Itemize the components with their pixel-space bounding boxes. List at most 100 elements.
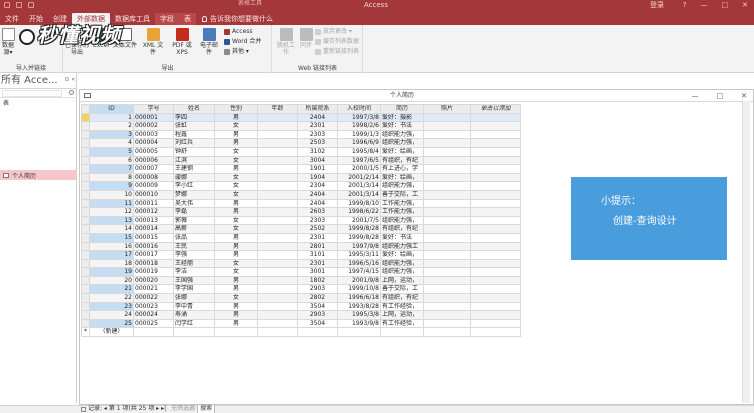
table-cell[interactable]: 组织能力强工	[380, 241, 424, 252]
row-selector[interactable]	[81, 258, 90, 269]
table-cell[interactable]: 21	[89, 284, 134, 295]
table-cell[interactable]: 9	[89, 181, 134, 191]
table-cell[interactable]	[423, 327, 471, 338]
table-cell[interactable]: 2	[89, 121, 134, 131]
select-all-corner[interactable]	[81, 104, 90, 114]
table-cell[interactable]: 1995/8/4	[337, 146, 381, 157]
table-cell[interactable]: 男	[214, 318, 258, 329]
table-cell[interactable]: 2001/3/14	[337, 189, 381, 200]
table-cell[interactable]: 女	[214, 146, 258, 157]
table-cell[interactable]: 李小红	[173, 181, 215, 191]
table-cell[interactable]	[423, 146, 471, 157]
table-cell[interactable]: 000023	[133, 301, 174, 312]
table-cell[interactable]: 1997/4/15	[337, 267, 381, 277]
table-row[interactable]: 7 000007 王建钢男 1901 2000/1/5 有上进心，学	[81, 164, 521, 174]
table-cell[interactable]: 女	[214, 189, 258, 200]
table-cell[interactable]: 王建钢	[173, 164, 215, 174]
table-cell[interactable]	[470, 258, 521, 269]
table-cell[interactable]	[423, 112, 471, 123]
table-cell[interactable]: 2303	[297, 215, 338, 226]
table-cell[interactable]: 17	[89, 250, 134, 260]
table-cell[interactable]: 000017	[133, 250, 174, 260]
table-cell[interactable]: 000012	[133, 207, 174, 217]
table-cell[interactable]: 000024	[133, 310, 174, 320]
table-cell[interactable]: 1997/9/8	[337, 241, 381, 252]
table-cell[interactable]: 1997/3/8	[337, 112, 381, 123]
table-cell[interactable]: 2001/2/14	[337, 172, 381, 183]
table-cell[interactable]: 组织能力强，	[380, 258, 424, 269]
table-cell[interactable]: 2001/3/14	[337, 181, 381, 191]
table-cell[interactable]: 3101	[297, 250, 338, 260]
table-cell[interactable]	[470, 129, 521, 140]
table-row[interactable]: 8 000008 璇娜女 1904 2001/2/14 爱好：绘画，	[81, 172, 521, 183]
table-cell[interactable]: 王经丽	[173, 258, 215, 269]
table-row[interactable]: 5 000005 钟舒女 3102 1995/8/4 爱好：绘画，	[81, 146, 521, 157]
relink-lists-button[interactable]: 重新链接列表	[315, 48, 359, 56]
row-selector[interactable]	[81, 164, 90, 174]
table-cell[interactable]: 14	[89, 224, 134, 234]
table-cell[interactable]: 000005	[133, 146, 174, 157]
table-cell[interactable]: 男	[214, 232, 258, 243]
table-cell[interactable]	[470, 207, 521, 217]
table-cell[interactable]: 男	[214, 275, 258, 286]
table-cell[interactable]	[297, 327, 338, 338]
table-cell[interactable]	[257, 198, 298, 209]
table-cell[interactable]: 000014	[133, 224, 174, 234]
table-cell[interactable]: 张品	[173, 232, 215, 243]
table-cell[interactable]: 000006	[133, 155, 174, 166]
table-cell[interactable]: 1995/3/11	[337, 250, 381, 260]
table-cell[interactable]: 女	[214, 121, 258, 131]
maximize-button[interactable]: □	[722, 1, 729, 9]
table-cell[interactable]	[423, 172, 471, 183]
row-selector[interactable]	[81, 129, 90, 140]
table-cell[interactable]: 8	[89, 172, 134, 183]
table-cell[interactable]: 1996/6/18	[337, 293, 381, 303]
table-cell[interactable]: 工作能力强，	[380, 198, 424, 209]
table-cell[interactable]: 爱好：绘画，	[380, 146, 424, 157]
table-row[interactable]: 1 000001 李四男 2404 1997/3/8 爱好：摄影	[81, 112, 521, 123]
table-row[interactable]: 4 000004 刘红兵男 2503 1996/6/9 组织能力强，	[81, 138, 521, 148]
table-cell[interactable]: 组织能力强，	[380, 129, 424, 140]
minimize-button[interactable]: —	[701, 1, 708, 9]
table-cell[interactable]: 000010	[133, 189, 174, 200]
table-cell[interactable]: 有上进心，学	[380, 164, 424, 174]
record-search-input[interactable]: 搜索	[197, 404, 216, 413]
table-cell[interactable]: 3004	[297, 155, 338, 166]
new-record-label[interactable]: （新建）	[89, 327, 134, 338]
table-cell[interactable]: 女	[214, 258, 258, 269]
table-cell[interactable]	[423, 318, 471, 329]
tab-table[interactable]: 表	[179, 13, 196, 25]
table-cell[interactable]: 高薪	[173, 224, 215, 234]
table-cell[interactable]: 上网，运动，	[380, 310, 424, 320]
table-cell[interactable]: 善于交际，工	[380, 189, 424, 200]
table-cell[interactable]: 男	[214, 284, 258, 295]
table-cell[interactable]	[470, 198, 521, 209]
table-cell[interactable]: 爱好：摄影	[380, 112, 424, 123]
table-cell[interactable]: 12	[89, 207, 134, 217]
table-cell[interactable]: 000018	[133, 258, 174, 269]
table-row[interactable]: 22 000022 张娜女 2802 1996/6/18 有组织，有纪	[81, 293, 521, 303]
table-cell[interactable]	[423, 232, 471, 243]
table-cell[interactable]: 000004	[133, 138, 174, 148]
table-cell[interactable]: 男	[214, 241, 258, 252]
row-selector[interactable]	[81, 267, 90, 277]
nav-pane-controls[interactable]: ⊙ «	[64, 76, 75, 84]
table-cell[interactable]: 上网，运动，	[380, 275, 424, 286]
table-cell[interactable]: 1998/6/22	[337, 207, 381, 217]
table-cell[interactable]	[257, 138, 298, 148]
table-cell[interactable]: 女	[214, 172, 258, 183]
table-cell[interactable]	[257, 301, 298, 312]
column-header[interactable]: 年龄	[257, 104, 298, 114]
table-cell[interactable]: 000020	[133, 275, 174, 286]
table-cell[interactable]: 2000/1/5	[337, 164, 381, 174]
table-row[interactable]: 23 000023 李中青男 3504 1993/8/28 有工作经验，	[81, 301, 521, 312]
table-cell[interactable]: 2503	[297, 138, 338, 148]
table-row[interactable]: 17 000017 李强男 3101 1995/3/11 爱好：绘画，	[81, 250, 521, 260]
table-cell[interactable]: 张娜	[173, 293, 215, 303]
table-cell[interactable]: 男	[214, 310, 258, 320]
table-cell[interactable]	[257, 224, 298, 234]
table-cell[interactable]: 3504	[297, 318, 338, 329]
undo-icon[interactable]	[16, 2, 22, 8]
table-cell[interactable]	[257, 189, 298, 200]
table-cell[interactable]: 1901	[297, 164, 338, 174]
